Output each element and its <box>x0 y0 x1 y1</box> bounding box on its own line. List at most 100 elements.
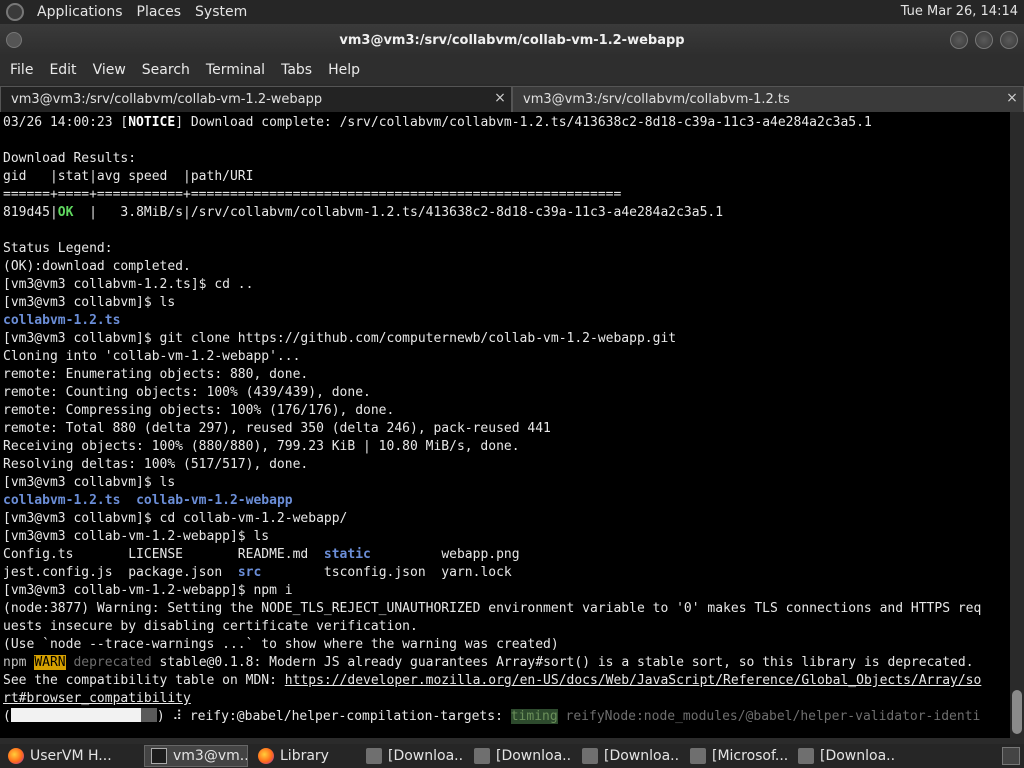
menu-search[interactable]: Search <box>134 62 198 78</box>
window-titlebar[interactable]: vm3@vm3:/srv/collabvm/collab-vm-1.2-weba… <box>0 24 1024 56</box>
taskbar-item-terminal[interactable]: vm3@vm... <box>144 745 248 767</box>
terminal-line: Status Legend: <box>3 241 113 256</box>
text: ) ⠼ reify:@babel/helper-compilation-targ… <box>156 709 511 724</box>
close-window-button[interactable] <box>1000 31 1018 49</box>
text: reifyNode:node_modules/@babel/helper-val… <box>557 709 981 724</box>
terminal-scrollbar[interactable] <box>1010 112 1024 738</box>
scrollbar-thumb[interactable] <box>1012 690 1022 734</box>
terminal-line: remote: Total 880 (delta 297), reused 35… <box>3 421 551 436</box>
menu-tabs[interactable]: Tabs <box>273 62 320 78</box>
text: tsconfig.json yarn.lock <box>261 565 512 580</box>
text: 819d45| <box>3 205 58 220</box>
terminal-line: remote: Enumerating objects: 880, done. <box>3 367 309 382</box>
terminal-line: [vm3@vm3 collabvm-1.2.ts]$ cd .. <box>3 277 254 292</box>
taskbar-item-library[interactable]: Library <box>252 745 356 767</box>
terminal-line: [vm3@vm3 collabvm]$ cd collab-vm-1.2-web… <box>3 511 348 526</box>
taskbar-item-uservm[interactable]: UserVM H... <box>2 745 140 767</box>
notice-label: NOTICE <box>128 115 176 130</box>
terminal-line: Config.ts LICENSE README.md static webap… <box>3 546 1010 564</box>
taskbar-item-downloads-1[interactable]: [Downloa... <box>360 745 464 767</box>
show-desktop-icon[interactable] <box>1002 747 1020 765</box>
folder-icon <box>690 748 706 764</box>
terminal-line: 03/26 14:00:23 [NOTICE] Download complet… <box>3 114 1010 132</box>
deprecated-label: deprecated <box>73 655 152 670</box>
firefox-icon <box>258 748 274 764</box>
panel-menu-system[interactable]: System <box>188 4 254 20</box>
terminal-line: [vm3@vm3 collab-vm-1.2-webapp]$ npm i <box>3 583 293 598</box>
folder-icon <box>366 748 382 764</box>
panel-menu-applications[interactable]: Applications <box>30 4 130 20</box>
maximize-button[interactable] <box>975 31 993 49</box>
taskbar-label: [Microsof... <box>712 748 788 764</box>
tab-close-icon[interactable]: × <box>493 91 507 105</box>
terminal-output[interactable]: 03/26 14:00:23 [NOTICE] Download complet… <box>0 112 1010 738</box>
dir-entry: collab-vm-1.2-webapp <box>136 493 293 508</box>
menu-view[interactable]: View <box>85 62 134 78</box>
folder-icon <box>582 748 598 764</box>
tab-webapp[interactable]: vm3@vm3:/srv/collabvm/collab-vm-1.2-weba… <box>0 86 512 112</box>
menu-edit[interactable]: Edit <box>41 62 84 78</box>
menu-help[interactable]: Help <box>320 62 368 78</box>
ok-status: OK <box>57 205 74 220</box>
text: Config.ts LICENSE README.md <box>3 547 324 562</box>
minimize-button[interactable] <box>950 31 968 49</box>
npm-progress-bar <box>10 708 141 722</box>
terminal-line: (Use `node --trace-warnings ...` to show… <box>3 637 559 652</box>
terminal-icon <box>151 748 167 764</box>
timing-badge: timing <box>510 709 558 724</box>
taskbar-label: [Downloa... <box>604 748 680 764</box>
terminal-line: remote: Compressing objects: 100% (176/1… <box>3 403 395 418</box>
terminal-line: [vm3@vm3 collabvm]$ git clone https://gi… <box>3 331 677 346</box>
taskbar-label: vm3@vm... <box>173 748 248 764</box>
text: jest.config.js package.json <box>3 565 238 580</box>
text: 03/26 14:00:23 [ <box>3 115 129 130</box>
text: | 3.8MiB/s|/srv/collabvm/collabvm-1.2.ts… <box>73 205 724 220</box>
firefox-icon <box>8 748 24 764</box>
taskbar-item-downloads-2[interactable]: [Downloa... <box>468 745 572 767</box>
taskbar-item-downloads-3[interactable]: [Downloa... <box>576 745 680 767</box>
tab-label: vm3@vm3:/srv/collabvm/collab-vm-1.2-weba… <box>11 92 323 107</box>
terminal-line: Cloning into 'collab-vm-1.2-webapp'... <box>3 349 301 364</box>
mdn-link[interactable]: https://developer.mozilla.org/en-US/docs… <box>285 673 982 688</box>
terminal-line[interactable]: rt#browser_compatibility <box>3 690 1010 708</box>
terminal-line: ( ) ⠼ reify:@babel/helper-compilation-tar… <box>3 708 1010 726</box>
panel-clock[interactable]: Tue Mar 26, 14:14 <box>901 4 1018 19</box>
text: See the compatibility table on MDN: <box>3 673 285 688</box>
terminal-line: [vm3@vm3 collabvm]$ ls <box>3 295 176 310</box>
top-panel: Applications Places System Tue Mar 26, 1… <box>0 0 1024 24</box>
tab-collabvm-ts[interactable]: vm3@vm3:/srv/collabvm/collabvm-1.2.ts × <box>512 86 1024 112</box>
terminal-menubar: File Edit View Search Terminal Tabs Help <box>0 56 1024 84</box>
text: ] Download complete: /srv/collabvm/colla… <box>175 115 872 130</box>
text: ( <box>3 709 11 724</box>
dir-entry: src <box>237 565 262 580</box>
npm-prefix: npm <box>3 655 27 670</box>
folder-icon <box>798 748 814 764</box>
npm-progress-track <box>140 708 157 722</box>
terminal-line: collabvm-1.2.ts <box>3 313 121 328</box>
terminal-line: (OK):download completed. <box>3 259 191 274</box>
menu-terminal[interactable]: Terminal <box>198 62 273 78</box>
dir-entry: collabvm-1.2.ts <box>3 493 121 508</box>
menu-file[interactable]: File <box>2 62 41 78</box>
taskbar-label: UserVM H... <box>30 748 112 764</box>
taskbar-item-downloads-4[interactable]: [Downloa... <box>792 745 896 767</box>
taskbar-item-microsoft[interactable]: [Microsof... <box>684 745 788 767</box>
tab-close-icon[interactable]: × <box>1005 91 1019 105</box>
taskbar-label: Library <box>280 748 329 764</box>
panel-menu-places[interactable]: Places <box>130 4 189 20</box>
taskbar-label: [Downloa... <box>496 748 572 764</box>
window-title: vm3@vm3:/srv/collabvm/collab-vm-1.2-weba… <box>339 32 685 48</box>
terminal-line: npm WARN deprecated stable@0.1.8: Modern… <box>3 654 1010 672</box>
terminal-line: Receiving objects: 100% (880/880), 799.2… <box>3 439 520 454</box>
terminal-line: ======+====+===========+================… <box>3 187 622 202</box>
terminal-line: 819d45|OK | 3.8MiB/s|/srv/collabvm/colla… <box>3 204 1010 222</box>
terminal-line: jest.config.js package.json src tsconfig… <box>3 564 1010 582</box>
distro-logo-icon[interactable] <box>6 3 24 21</box>
window-menu-icon[interactable] <box>6 32 22 48</box>
terminal-line: [vm3@vm3 collabvm]$ ls <box>3 475 176 490</box>
folder-icon <box>474 748 490 764</box>
terminal-line: Resolving deltas: 100% (517/517), done. <box>3 457 309 472</box>
terminal-line: remote: Counting objects: 100% (439/439)… <box>3 385 371 400</box>
